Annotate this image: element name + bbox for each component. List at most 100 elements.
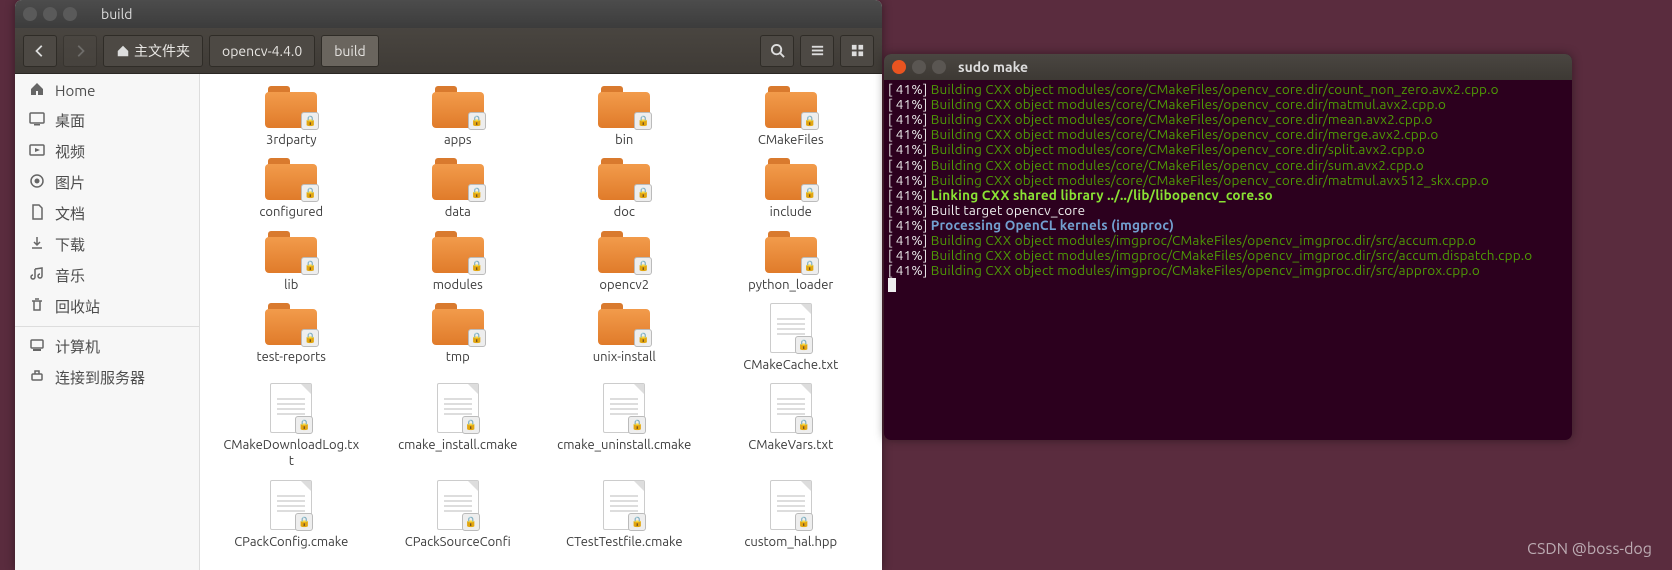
window-maximize-icon[interactable] xyxy=(932,60,946,74)
list-icon xyxy=(810,43,825,58)
file-item[interactable]: 🔒CMakeVars.txt xyxy=(710,383,873,470)
search-button[interactable] xyxy=(760,35,794,67)
sidebar-item-desktop[interactable]: 桌面 xyxy=(15,105,199,136)
folder-item[interactable]: 🔒 configured xyxy=(210,158,373,220)
breadcrumb-build[interactable]: build xyxy=(321,35,378,67)
window-close-icon[interactable] xyxy=(892,60,906,74)
item-label: cmake_uninstall.cmake xyxy=(557,437,691,453)
folder-icon: 🔒 xyxy=(432,158,484,200)
documents-icon xyxy=(29,204,45,223)
sidebar-item-trash[interactable]: 回收站 xyxy=(15,291,199,322)
sidebar: Home 桌面视频图片文档下载音乐回收站 计算机连接到服务器 xyxy=(15,74,200,570)
item-label: lib xyxy=(284,277,298,293)
folder-item[interactable]: 🔒 modules xyxy=(377,231,540,293)
breadcrumb-opencv[interactable]: opencv-4.4.0 xyxy=(209,35,315,67)
item-label: CTestTestfile.cmake xyxy=(566,534,683,550)
breadcrumb-home[interactable]: 主文件夹 xyxy=(103,35,203,67)
item-label: tmp xyxy=(446,349,470,365)
sidebar-item-pictures[interactable]: 图片 xyxy=(15,167,199,198)
folder-item[interactable]: 🔒apps xyxy=(377,86,540,148)
breadcrumb-label: opencv-4.4.0 xyxy=(222,43,302,59)
file-item[interactable]: 🔒cmake_install.cmake xyxy=(377,383,540,470)
folder-item[interactable]: 🔒test-reports xyxy=(210,303,373,373)
item-label: python_loader xyxy=(748,277,833,293)
folder-item[interactable]: 🔒python_loader xyxy=(710,231,873,293)
sidebar-item-documents[interactable]: 文档 xyxy=(15,198,199,229)
file-item[interactable]: 🔒CMakeCache.txt xyxy=(710,303,873,373)
folder-item[interactable]: 🔒 data xyxy=(377,158,540,220)
folder-item[interactable]: 🔒 doc xyxy=(543,158,706,220)
lock-icon: 🔒 xyxy=(295,513,313,531)
lock-icon: 🔒 xyxy=(468,184,486,202)
lock-icon: 🔒 xyxy=(634,112,652,130)
lock-icon: 🔒 xyxy=(634,257,652,275)
lock-icon: 🔒 xyxy=(634,329,652,347)
terminal-title: sudo make xyxy=(958,59,1028,75)
item-label: configured xyxy=(259,204,323,220)
lock-icon: 🔒 xyxy=(628,416,646,434)
terminal-titlebar[interactable]: sudo make xyxy=(884,54,1572,80)
item-label: modules xyxy=(433,277,483,293)
sidebar-item-computer[interactable]: 计算机 xyxy=(15,331,199,362)
home-icon xyxy=(116,44,130,58)
folder-icon: 🔒 xyxy=(432,231,484,273)
sidebar-item-video[interactable]: 视频 xyxy=(15,136,199,167)
lock-icon: 🔒 xyxy=(301,184,319,202)
list-view-button[interactable] xyxy=(800,35,834,67)
content-area[interactable]: 🔒3rdparty🔒apps🔒bin🔒CMakeFiles🔒configured… xyxy=(200,74,882,570)
file-item[interactable]: 🔒CTestTestfile.cmake xyxy=(543,480,706,550)
sidebar-item-label: 桌面 xyxy=(55,110,85,131)
sidebar-item-downloads[interactable]: 下载 xyxy=(15,229,199,260)
file-icon: 🔒 xyxy=(603,383,645,433)
folder-icon: 🔒 xyxy=(598,158,650,200)
sidebar-item-network[interactable]: 连接到服务器 xyxy=(15,362,199,393)
folder-item[interactable]: 🔒3rdparty xyxy=(210,86,373,148)
network-icon xyxy=(29,368,45,387)
folder-item[interactable]: 🔒opencv2 xyxy=(543,231,706,293)
grid-view-button[interactable] xyxy=(840,35,874,67)
sidebar-item-label: 下载 xyxy=(55,234,85,255)
sidebar-item-label: 音乐 xyxy=(55,265,85,286)
window-minimize-icon[interactable] xyxy=(43,7,57,21)
back-button[interactable] xyxy=(23,35,57,67)
folder-icon: 🔒 xyxy=(765,158,817,200)
item-label: CMakeVars.txt xyxy=(748,437,833,453)
folder-item[interactable]: 🔒bin xyxy=(543,86,706,148)
file-item[interactable]: 🔒 cmake_uninstall.cmake xyxy=(543,383,706,470)
item-label: data xyxy=(445,204,471,220)
lock-icon: 🔒 xyxy=(462,513,480,531)
item-label: cmake_install.cmake xyxy=(398,437,517,453)
file-icon: 🔒 xyxy=(770,303,812,353)
item-label: doc xyxy=(614,204,635,220)
breadcrumb-label: build xyxy=(334,43,365,59)
terminal-output[interactable]: [ 41%] Building CXX object modules/core/… xyxy=(884,80,1572,298)
folder-item[interactable]: 🔒 lib xyxy=(210,231,373,293)
sidebar-item-label: 回收站 xyxy=(55,296,100,317)
item-label: apps xyxy=(444,132,472,148)
file-item[interactable]: 🔒CPackSourceConfi xyxy=(377,480,540,550)
folder-item[interactable]: 🔒tmp xyxy=(377,303,540,373)
item-label: test-reports xyxy=(257,349,326,365)
folder-icon: 🔒 xyxy=(598,231,650,273)
sidebar-item-label: 视频 xyxy=(55,141,85,162)
file-item[interactable]: 🔒CMakeDownloadLog.txt xyxy=(210,383,373,470)
sidebar-item-music[interactable]: 音乐 xyxy=(15,260,199,291)
sidebar-item-label: 计算机 xyxy=(55,336,100,357)
folder-item[interactable]: 🔒CMakeFiles xyxy=(710,86,873,148)
window-maximize-icon[interactable] xyxy=(63,7,77,21)
file-item[interactable]: 🔒CPackConfig.cmake xyxy=(210,480,373,550)
fm-titlebar[interactable]: build xyxy=(15,0,882,28)
window-close-icon[interactable] xyxy=(23,7,37,21)
sidebar-item-label: 连接到服务器 xyxy=(55,367,145,388)
sidebar-item-home[interactable]: Home xyxy=(15,76,199,105)
window-minimize-icon[interactable] xyxy=(912,60,926,74)
watermark: CSDN @boss-dog xyxy=(1527,540,1652,558)
folder-icon: 🔒 xyxy=(265,231,317,273)
pictures-icon xyxy=(29,173,45,192)
forward-button[interactable] xyxy=(63,35,97,67)
breadcrumb-label: 主文件夹 xyxy=(134,41,190,61)
file-item[interactable]: 🔒custom_hal.hpp xyxy=(710,480,873,550)
search-icon xyxy=(770,43,785,58)
folder-item[interactable]: 🔒include xyxy=(710,158,873,220)
folder-item[interactable]: 🔒unix-install xyxy=(543,303,706,373)
